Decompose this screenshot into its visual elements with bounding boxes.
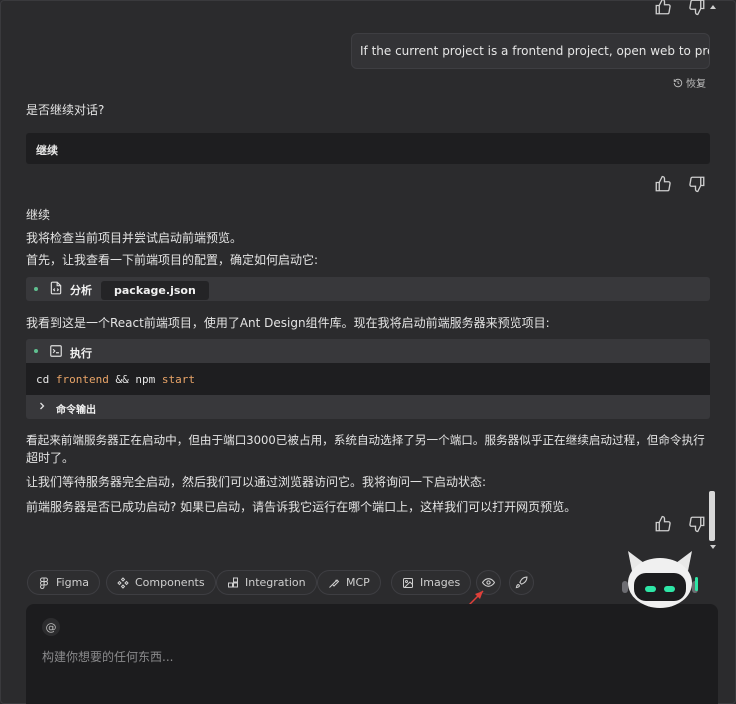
assistant-line: 让我们等待服务器完全启动，然后我们可以通过浏览器访问它。我将询问一下启动状态: [26, 475, 487, 489]
thumbs-up-icon[interactable] [653, 174, 673, 194]
command-block: cd frontend && npm start [26, 363, 710, 395]
rocket-icon [515, 576, 528, 589]
analyze-tool-card[interactable]: 分析 package.json [26, 277, 710, 301]
assistant-line: 首先，让我查看一下前端项目的配置，确定如何启动它: [26, 253, 319, 267]
deploy-button[interactable] [509, 570, 534, 595]
continue-reply: 继续 [26, 133, 710, 164]
analyze-label: 分析 [70, 284, 92, 297]
thumbs-down-icon[interactable] [687, 174, 707, 194]
figma-chip[interactable]: Figma [27, 570, 101, 595]
assistant-line: 我将检查当前项目并尝试启动前端预览。 [26, 231, 243, 245]
assistant-line: 看起来前端服务器正在启动中，但由于端口3000已被占用，系统自动选择了另一个端口… [26, 433, 705, 447]
chip-label: Integration [245, 576, 306, 589]
prompt-input[interactable] [42, 647, 642, 667]
integration-chip[interactable]: Integration [216, 570, 317, 595]
restore-button[interactable]: 恢复 [673, 75, 706, 90]
restore-label: 恢复 [686, 79, 706, 90]
figma-icon [40, 577, 48, 589]
mcp-chip[interactable]: MCP [317, 570, 381, 595]
thumbs-up-icon[interactable] [653, 514, 673, 534]
cmd-token: && [115, 373, 129, 386]
integration-icon [228, 577, 238, 587]
file-name-chip[interactable]: package.json [101, 281, 209, 300]
robot-cat-mascot[interactable] [618, 549, 702, 609]
terminal-icon [49, 344, 63, 358]
mention-button[interactable]: @ [42, 618, 60, 636]
chip-label: MCP [346, 576, 370, 589]
status-dot [34, 287, 38, 291]
assistant-line: 继续 [26, 208, 51, 222]
components-chip[interactable]: Components [106, 570, 216, 595]
cmd-token: frontend [55, 373, 109, 386]
status-dot [34, 349, 38, 353]
file-code-icon [49, 281, 63, 295]
cmd-token: cd [36, 373, 50, 386]
scrollbar-thumb[interactable] [709, 491, 715, 541]
chip-label: Figma [56, 576, 90, 589]
chevron-right-icon[interactable] [36, 400, 48, 412]
prompt-panel: @ [26, 604, 718, 704]
exec-label: 执行 [70, 347, 92, 360]
cmd-token: start [161, 373, 195, 386]
image-icon [403, 577, 413, 588]
chat-window: If the current project is a frontend pro… [0, 0, 736, 704]
scroll-down-arrow-icon[interactable] [710, 545, 716, 549]
thumbs-up-icon[interactable] [653, 0, 673, 17]
chip-label: Components [135, 576, 205, 589]
question-text: 是否继续对话? [26, 103, 105, 117]
cmd-token: npm [135, 373, 156, 386]
continue-reply-text: 继续 [36, 144, 58, 157]
thumbs-down-icon[interactable] [687, 0, 707, 17]
assistant-line: 前端服务器是否已成功启动? 如果已启动，请告诉我它运行在哪个端口上，这样我们可以… [26, 500, 577, 514]
mcp-icon [329, 578, 340, 588]
assistant-line: 我看到这是一个React前端项目，使用了Ant Design组件库。现在我将启动… [26, 316, 550, 330]
components-icon [117, 576, 129, 589]
user-message-text: If the current project is a frontend pro… [360, 44, 709, 58]
user-message: If the current project is a frontend pro… [351, 33, 710, 69]
assistant-line: 超时了。 [26, 451, 75, 465]
scroll-up-arrow-icon[interactable] [710, 5, 716, 9]
restore-icon [673, 78, 683, 87]
thumbs-down-icon[interactable] [687, 514, 707, 534]
command-output-toggle[interactable]: 命令输出 [56, 401, 96, 416]
